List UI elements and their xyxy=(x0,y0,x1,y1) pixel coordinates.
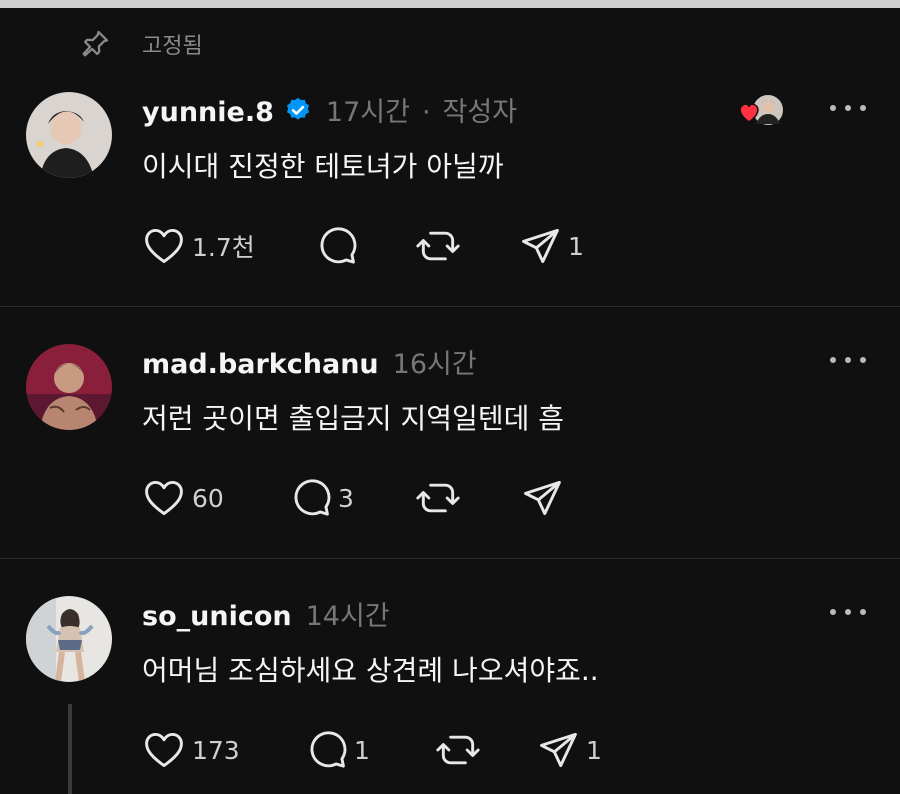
post-text: 이시대 진정한 테토녀가 아닐까 xyxy=(142,150,504,183)
dot-icon xyxy=(830,609,836,615)
post-header: yunnie.8 17시간 · 작성자 xyxy=(142,90,517,129)
repost-icon xyxy=(436,735,480,765)
status-bar-edge xyxy=(0,0,900,8)
repost-icon xyxy=(416,231,460,261)
post-header: so_unicon 14시간 xyxy=(142,594,390,633)
send-icon xyxy=(522,228,559,264)
repost-button[interactable] xyxy=(416,224,460,268)
repost-button[interactable] xyxy=(416,476,460,520)
avatar[interactable] xyxy=(26,596,112,682)
like-count: 60 xyxy=(192,483,224,513)
avatar[interactable] xyxy=(26,92,112,178)
post-time: 16시간 xyxy=(392,349,477,380)
username[interactable]: mad.barkchanu xyxy=(142,349,379,380)
send-icon xyxy=(524,480,561,516)
comment-icon xyxy=(320,227,357,264)
post-text: 어머님 조심하세요 상견례 나오셔야죠.. xyxy=(142,654,599,687)
send-icon xyxy=(540,732,577,768)
comment-count: 1 xyxy=(354,735,370,765)
comment-icon xyxy=(294,479,331,516)
dot-icon xyxy=(845,105,851,111)
share-count: 1 xyxy=(586,735,602,765)
pinned-indicator: 고정됨 xyxy=(78,24,203,64)
separator: · xyxy=(421,97,431,128)
like-count: 173 xyxy=(192,735,240,765)
comment-count: 3 xyxy=(338,483,354,513)
comment-button[interactable]: 1 xyxy=(304,728,370,772)
comment-icon xyxy=(310,731,347,768)
divider xyxy=(0,306,900,307)
avatar[interactable] xyxy=(26,344,112,430)
post-time: 14시간 xyxy=(305,601,390,632)
pin-icon xyxy=(82,30,109,57)
verified-badge-icon xyxy=(286,97,309,120)
repost-icon xyxy=(416,483,460,513)
more-options-button[interactable] xyxy=(830,609,866,619)
like-button[interactable]: 173 xyxy=(142,728,240,772)
post-text: 저런 곳이면 출입금지 지역일텐데 흠 xyxy=(142,402,565,435)
share-count: 1 xyxy=(568,231,584,261)
heart-icon xyxy=(145,228,183,264)
comment-button[interactable]: 3 xyxy=(288,476,354,520)
author-tag: 작성자 xyxy=(442,97,518,128)
liked-by-author-indicator xyxy=(736,92,788,132)
dot-icon xyxy=(860,357,866,363)
dot-icon xyxy=(860,609,866,615)
dot-icon xyxy=(830,105,836,111)
post-header: mad.barkchanu 16시간 xyxy=(142,342,477,381)
dot-icon xyxy=(845,357,851,363)
username[interactable]: so_unicon xyxy=(142,601,292,632)
like-count: 1.7천 xyxy=(192,233,255,262)
divider xyxy=(0,558,900,559)
share-button[interactable]: 1 xyxy=(536,728,602,772)
post-time: 17시간 xyxy=(325,97,410,128)
dot-icon xyxy=(845,609,851,615)
thread-line xyxy=(68,704,72,794)
pinned-label: 고정됨 xyxy=(142,34,203,59)
heart-icon xyxy=(145,480,183,516)
like-button[interactable]: 60 xyxy=(142,476,224,520)
username[interactable]: yunnie.8 xyxy=(142,97,274,128)
dot-icon xyxy=(860,105,866,111)
comment-button[interactable] xyxy=(314,224,358,268)
share-button[interactable] xyxy=(520,476,564,520)
repost-button[interactable] xyxy=(436,728,480,772)
more-options-button[interactable] xyxy=(830,105,866,115)
dot-icon xyxy=(830,357,836,363)
heart-icon xyxy=(145,732,183,768)
more-options-button[interactable] xyxy=(830,357,866,367)
like-button[interactable]: 1.7천 xyxy=(142,224,255,268)
share-button[interactable]: 1 xyxy=(518,224,584,268)
